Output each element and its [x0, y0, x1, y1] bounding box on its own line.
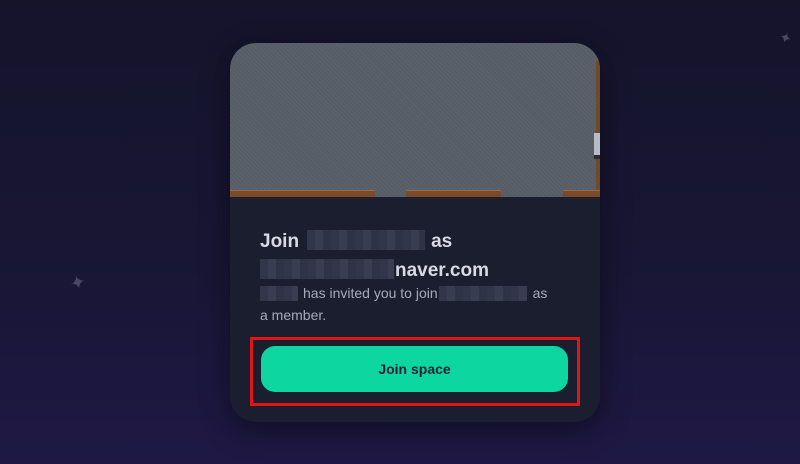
preview-object-base — [594, 155, 600, 159]
invited-text: has invited you to join — [303, 285, 438, 301]
redacted-space-name — [307, 230, 426, 251]
preview-wall — [596, 61, 600, 197]
join-space-button[interactable]: Join space — [261, 346, 568, 392]
invite-title: Join as naver.com — [260, 227, 580, 285]
redacted-space-name-2 — [438, 285, 527, 301]
as-member-suffix: a member. — [260, 307, 327, 323]
redacted-email — [260, 259, 394, 280]
invite-description: has invited you to join as a member. — [260, 282, 580, 326]
invite-title-line-2: naver.com — [260, 256, 580, 285]
redacted-inviter-name — [260, 285, 298, 301]
email-suffix: naver.com — [395, 260, 489, 281]
preview-object — [594, 133, 600, 155]
join-word: Join — [260, 231, 300, 252]
invite-title-line-1: Join as — [260, 227, 580, 256]
as-word: as — [431, 231, 453, 252]
as-member-prefix: as — [532, 285, 548, 301]
sparkle-icon: ✦ — [776, 27, 795, 49]
space-preview-image — [230, 43, 600, 198]
sparkle-icon: ✦ — [67, 270, 89, 296]
